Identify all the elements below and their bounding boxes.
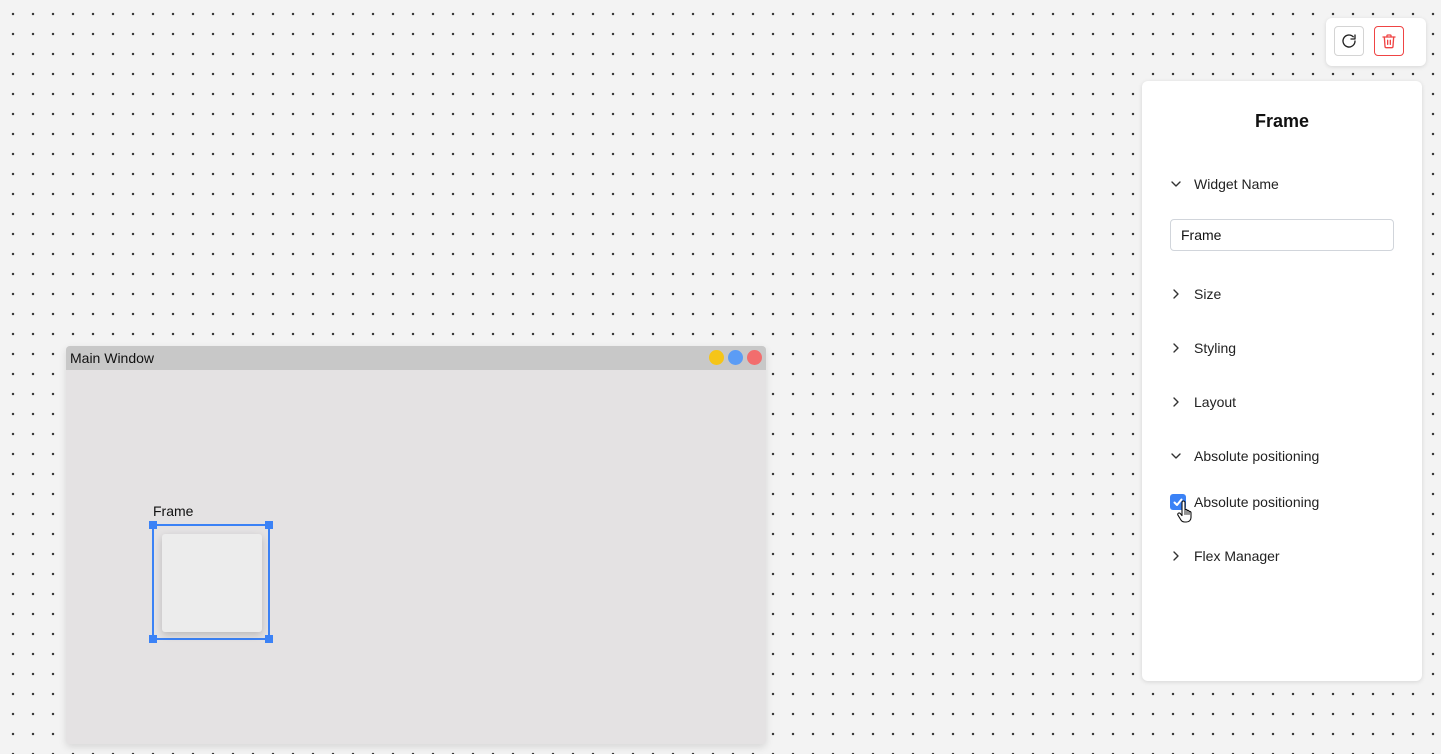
window-title: Main Window: [70, 350, 155, 366]
trash-icon: [1382, 34, 1396, 49]
chevron-right-icon: [1170, 550, 1182, 562]
maximize-button[interactable]: [728, 350, 743, 365]
chevron-down-icon: [1170, 450, 1182, 462]
chevron-down-icon: [1170, 178, 1182, 190]
resize-handle-top-right[interactable]: [265, 521, 273, 529]
delete-button[interactable]: [1374, 26, 1404, 56]
section-label: Size: [1194, 286, 1222, 302]
chevron-right-icon: [1170, 396, 1182, 408]
section-label: Absolute positioning: [1194, 448, 1320, 464]
frame-label: Frame: [153, 503, 194, 519]
section-styling[interactable]: Styling: [1170, 337, 1236, 359]
resize-handle-bottom-left[interactable]: [149, 635, 157, 643]
reload-button[interactable]: [1334, 26, 1364, 56]
section-layout[interactable]: Layout: [1170, 391, 1236, 413]
frame-widget[interactable]: [162, 534, 262, 632]
close-button[interactable]: [747, 350, 762, 365]
section-label: Widget Name: [1194, 176, 1279, 192]
properties-panel: Frame Widget Name Size Styling Layout Ab…: [1142, 81, 1422, 681]
resize-handle-bottom-right[interactable]: [265, 635, 273, 643]
minimize-button[interactable]: [709, 350, 724, 365]
section-label: Styling: [1194, 340, 1237, 356]
toolbar: [1326, 18, 1426, 66]
panel-title: Frame: [1254, 111, 1310, 131]
section-label: Layout: [1194, 394, 1237, 410]
resize-handle-top-left[interactable]: [149, 521, 157, 529]
reload-icon: [1342, 34, 1356, 48]
main-window[interactable]: Main Window Frame: [66, 346, 766, 744]
absolute-positioning-checkbox-label: Absolute positioning: [1194, 494, 1320, 510]
section-absolute-positioning[interactable]: Absolute positioning: [1170, 445, 1319, 467]
chevron-right-icon: [1170, 342, 1182, 354]
window-titlebar[interactable]: Main Window: [66, 346, 766, 370]
chevron-right-icon: [1170, 288, 1182, 300]
hand-cursor-icon: [1177, 500, 1192, 523]
frame-selection[interactable]: [149, 521, 273, 643]
section-label: Flex Manager: [1194, 548, 1280, 564]
widget-name-input[interactable]: [1170, 219, 1394, 251]
section-flex-manager[interactable]: Flex Manager: [1170, 545, 1280, 567]
section-widget-name[interactable]: Widget Name: [1170, 173, 1279, 195]
section-size[interactable]: Size: [1170, 283, 1221, 305]
